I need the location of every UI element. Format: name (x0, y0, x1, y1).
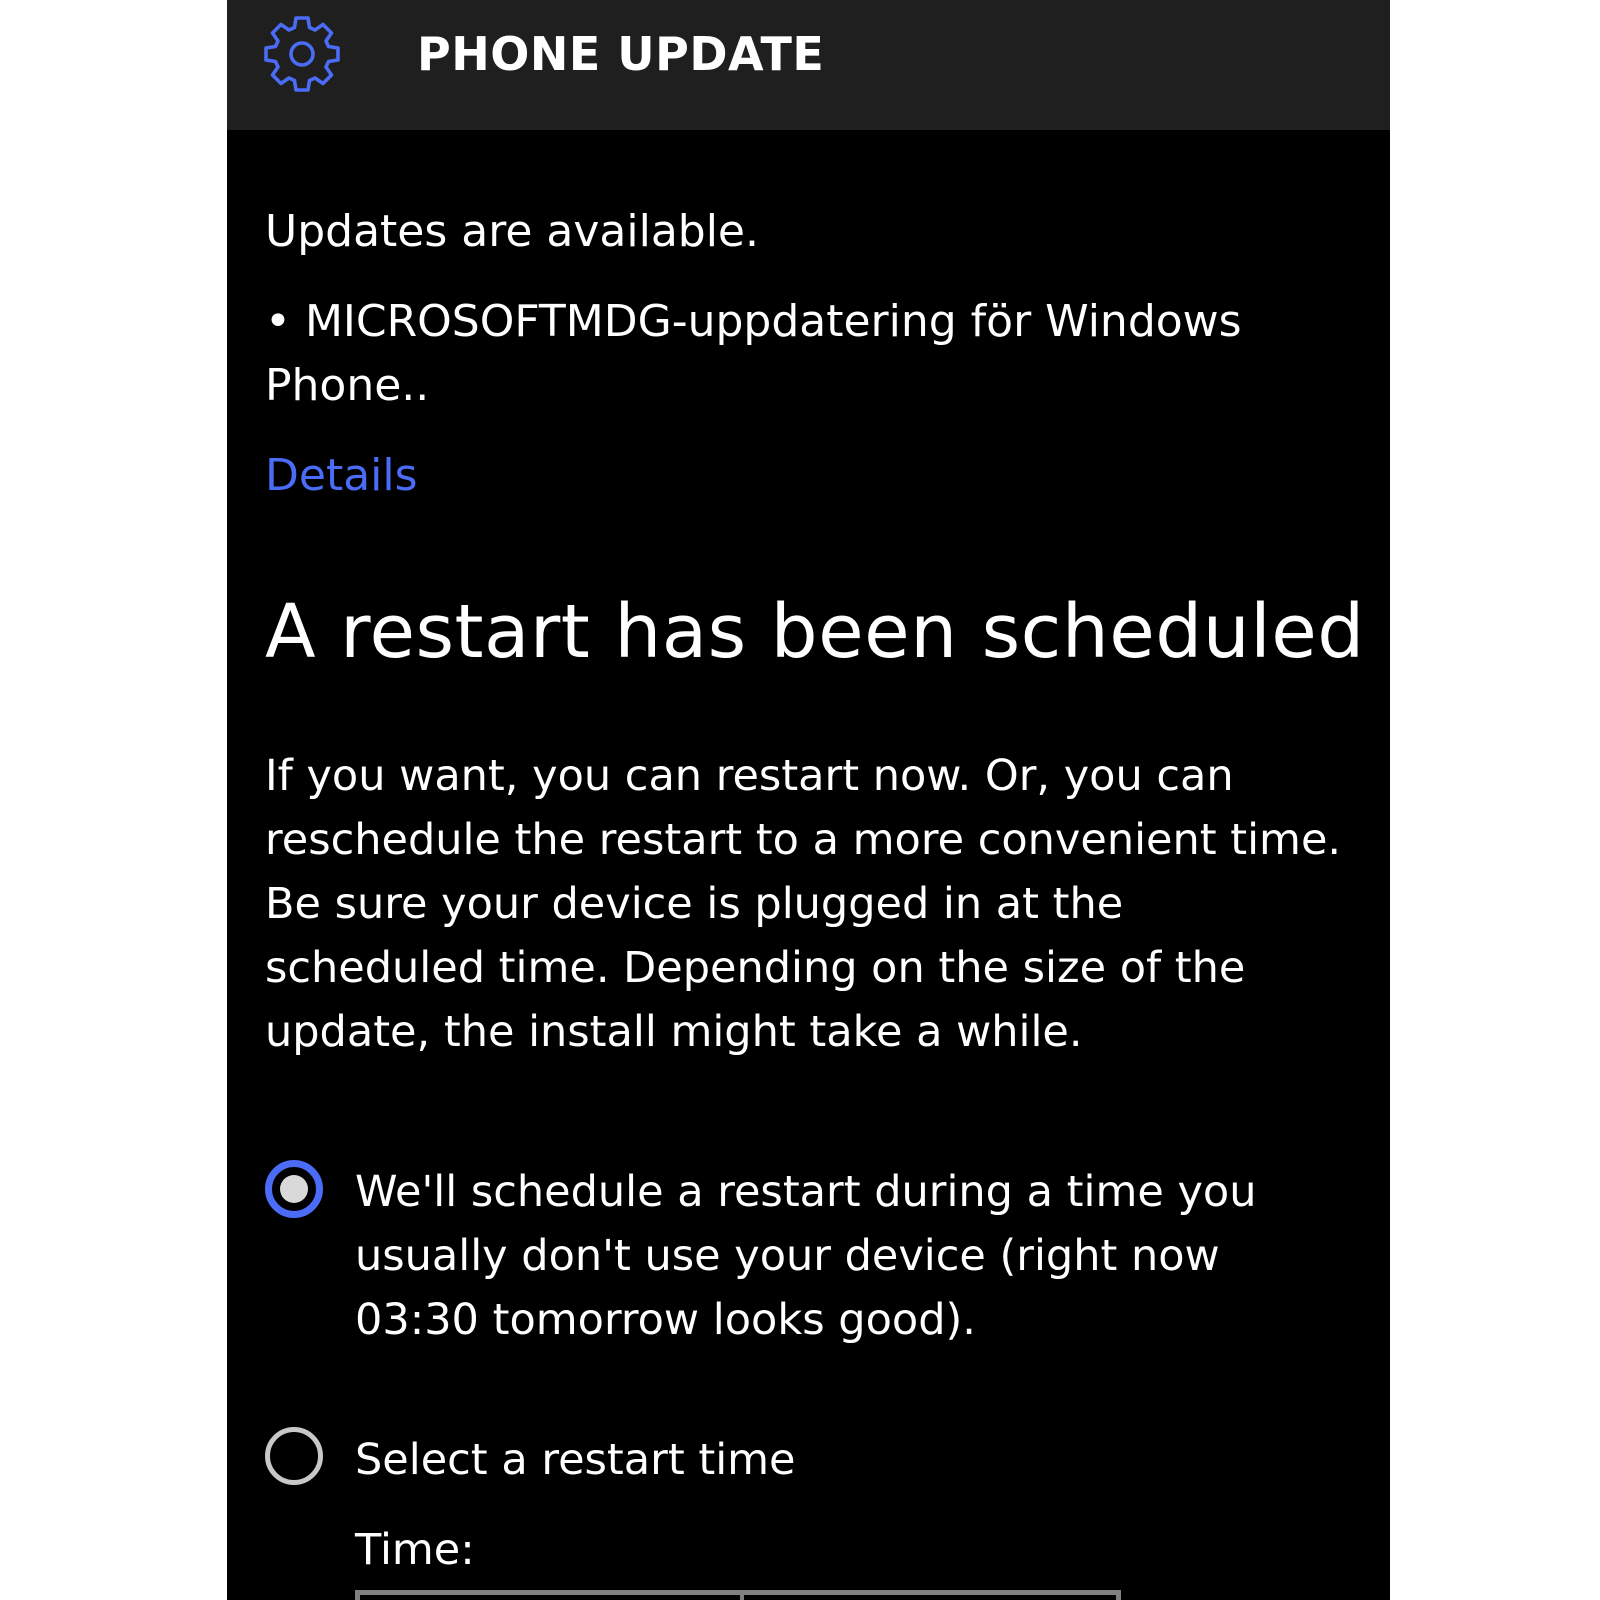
time-picker-divider (740, 1595, 744, 1600)
auto-schedule-radio[interactable] (265, 1160, 323, 1218)
time-picker[interactable] (355, 1590, 1121, 1600)
update-status-text: Updates are available. (265, 206, 759, 257)
details-link[interactable]: Details (265, 444, 418, 508)
page-title: PHONE UPDATE (417, 27, 825, 81)
manual-schedule-radio[interactable] (265, 1427, 323, 1485)
radio-selected-dot (280, 1175, 308, 1203)
gear-icon (264, 16, 340, 92)
app-header: PHONE UPDATE (227, 0, 1390, 130)
manual-schedule-label[interactable]: Select a restart time (355, 1428, 796, 1492)
time-label: Time: (355, 1525, 475, 1575)
auto-schedule-label[interactable]: We'll schedule a restart during a time y… (355, 1160, 1355, 1352)
restart-heading: A restart has been scheduled (265, 589, 1365, 675)
update-list-item: • MICROSOFTMDG-uppdatering för Windows P… (265, 296, 1242, 411)
restart-description: If you want, you can restart now. Or, yo… (265, 751, 1342, 1057)
phone-screen: PHONE UPDATE Updates are available. • MI… (227, 0, 1390, 1600)
